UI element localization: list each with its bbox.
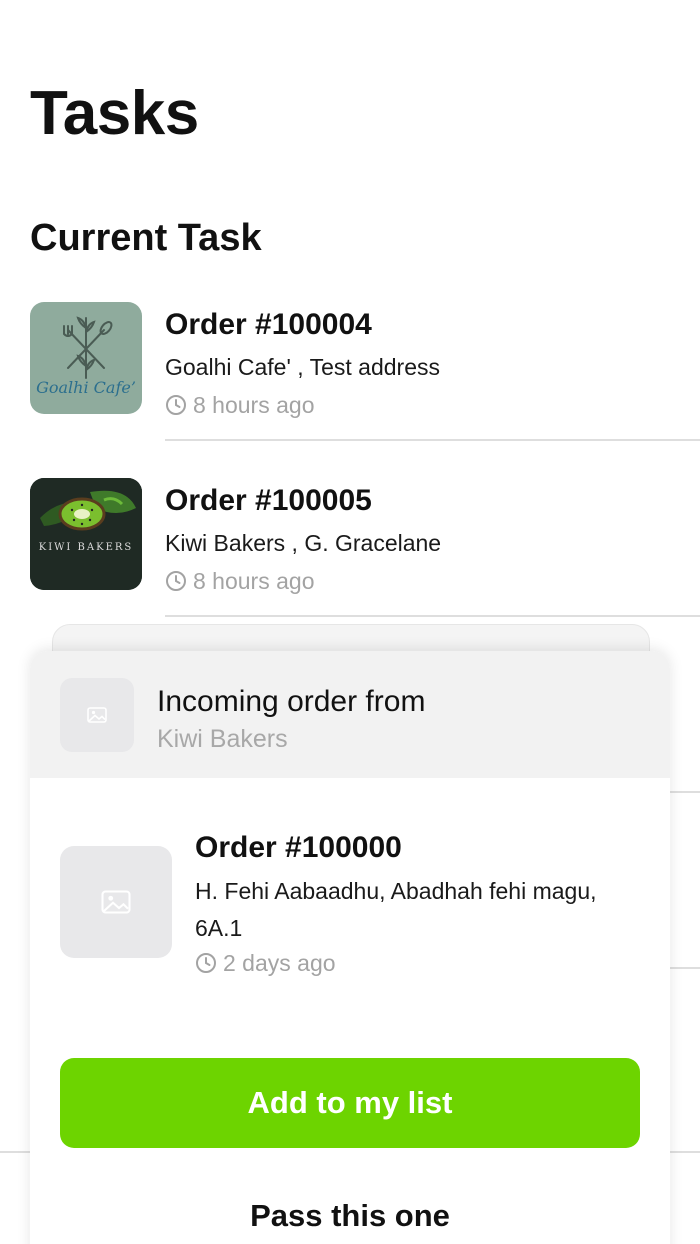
row-divider xyxy=(165,439,700,441)
order-image-placeholder xyxy=(60,846,172,958)
order-number: Order #100004 xyxy=(165,308,372,341)
row-divider xyxy=(0,1151,30,1153)
incoming-restaurant: Kiwi Bakers xyxy=(157,725,288,753)
page-title: Tasks xyxy=(30,79,199,148)
goalhi-cafe-logo: Goalhi Cafe’ xyxy=(30,302,142,414)
order-time: 8 hours ago xyxy=(165,390,314,420)
row-divider xyxy=(165,615,700,617)
incoming-heading: Incoming order from xyxy=(157,685,426,718)
fork-knife-leaf-icon xyxy=(63,316,113,379)
pass-this-one-button[interactable]: Pass this one xyxy=(60,1189,640,1243)
order-address: Kiwi Bakers , G. Gracelane xyxy=(165,530,442,556)
row-divider xyxy=(670,1151,700,1153)
image-placeholder-icon xyxy=(101,890,131,914)
image-placeholder-icon xyxy=(87,707,107,723)
order-number: Order #100005 xyxy=(165,484,372,517)
order-address: Goalhi Cafe' , Test address xyxy=(165,354,441,380)
incoming-order-header: Incoming order from Kiwi Bakers xyxy=(30,651,670,778)
task-row[interactable]: Goalhi Cafe’ Order #100004 Goalhi Cafe' … xyxy=(0,302,700,478)
add-to-my-list-button[interactable]: Add to my list xyxy=(60,1058,640,1148)
restaurant-logo-placeholder xyxy=(60,678,134,752)
order-time: 8 hours ago xyxy=(165,566,314,596)
kiwi-logo-text: KIWI BAKERS xyxy=(38,542,134,553)
section-title-current-task: Current Task xyxy=(30,217,262,259)
incoming-order-time: 2 days ago xyxy=(195,948,336,978)
incoming-order-time-text: 2 days ago xyxy=(223,950,336,976)
goalhi-logo-text: Goalhi Cafe’ xyxy=(36,378,136,397)
clock-icon xyxy=(166,395,186,415)
clock-icon xyxy=(196,953,216,973)
kiwi-slice-icon xyxy=(30,478,142,590)
order-time-text: 8 hours ago xyxy=(193,392,315,418)
tasks-screen: Tasks Current Task Goalhi Cafe’ Order #1 xyxy=(0,0,700,1244)
incoming-order-address: H. Fehi Aabaadhu, Abadhah fehi magu, 6A.… xyxy=(195,878,597,941)
clock-icon xyxy=(166,571,186,591)
incoming-order-number: Order #100000 xyxy=(195,831,402,864)
order-time-text: 8 hours ago xyxy=(193,568,315,594)
row-divider xyxy=(670,967,700,969)
kiwi-bakers-logo: KIWI BAKERS xyxy=(30,478,142,590)
row-divider xyxy=(670,791,700,793)
incoming-order-sheet: Incoming order from Kiwi Bakers Order #1… xyxy=(30,651,670,1244)
